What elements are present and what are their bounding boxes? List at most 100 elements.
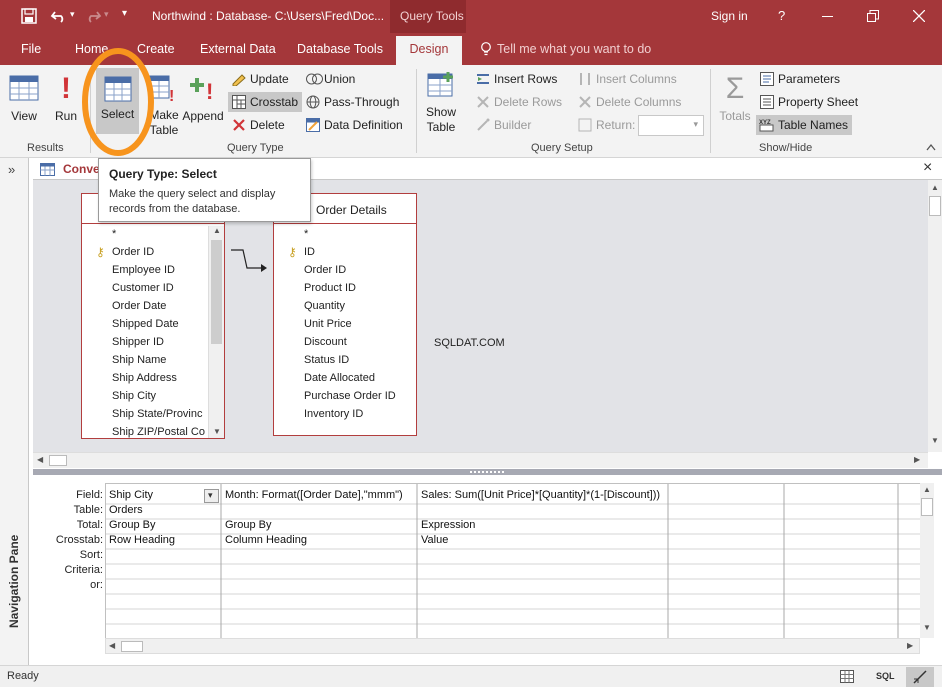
orders-scrollbar[interactable]: ▲ ▼	[208, 226, 224, 438]
scroll-down-icon[interactable]: ▼	[931, 436, 939, 445]
grid-cell-field[interactable]: Sales: Sum([Unit Price]*[Quantity]*(1-[D…	[421, 489, 667, 501]
design-view-status-button[interactable]	[906, 667, 934, 687]
update-button[interactable]: Update	[230, 69, 289, 89]
scroll-left-icon[interactable]: ◀	[109, 641, 115, 650]
grid-cell-crosstab[interactable]: Column Heading	[225, 534, 415, 546]
upper-horizontal-scrollbar[interactable]: ◀ ▶	[33, 452, 928, 468]
table-field[interactable]: ID	[304, 246, 315, 258]
show-table-label-2: Table	[426, 120, 456, 134]
crosstab-button[interactable]: Crosstab	[228, 92, 302, 112]
table-field[interactable]: Order ID	[304, 264, 346, 276]
view-button[interactable]: View	[4, 71, 44, 133]
scroll-down-icon[interactable]: ▼	[213, 427, 221, 436]
show-table-button[interactable]: Show Table	[421, 71, 461, 139]
orders-scroll-thumb[interactable]	[211, 240, 222, 344]
minimize-button[interactable]	[822, 16, 833, 17]
table-field[interactable]: Quantity	[304, 300, 345, 312]
scroll-up-icon[interactable]: ▲	[923, 485, 931, 494]
table-field[interactable]: Order Date	[112, 300, 166, 312]
grid-cell-crosstab[interactable]: Row Heading	[109, 534, 219, 546]
splitter-grip[interactable]	[470, 471, 504, 473]
table-field[interactable]: Ship ZIP/Postal Co	[112, 426, 205, 438]
close-document-button[interactable]: ×	[923, 159, 932, 177]
table-field[interactable]: Ship Address	[112, 372, 177, 384]
query-tools-context: Query Tools	[390, 0, 466, 33]
upper-vertical-scrollbar[interactable]: ▲ ▼	[928, 180, 942, 452]
table-field[interactable]: Shipped Date	[112, 318, 179, 330]
undo-dropdown-icon[interactable]: ▾	[70, 9, 75, 20]
grid-cell-total[interactable]: Expression	[421, 519, 667, 531]
grid-horizontal-scrollbar[interactable]: ◀ ▶	[105, 638, 920, 654]
parameters-button[interactable]: Parameters	[758, 69, 840, 89]
upper-scroll-thumb[interactable]	[929, 196, 941, 216]
scroll-left-icon[interactable]: ◀	[37, 455, 43, 464]
table-field[interactable]: *	[112, 228, 116, 240]
query-design-grid[interactable]: Ship City ▾ Orders Group By Row Heading …	[105, 483, 921, 639]
scroll-up-icon[interactable]: ▲	[213, 226, 221, 235]
scroll-down-icon[interactable]: ▼	[923, 623, 931, 632]
table-field[interactable]: Discount	[304, 336, 347, 348]
insert-rows-button[interactable]: Insert Rows	[474, 69, 557, 89]
pass-through-button[interactable]: Pass-Through	[304, 92, 399, 112]
tab-database-tools[interactable]: Database Tools	[297, 42, 383, 56]
navigation-pane[interactable]: » Navigation Pane	[0, 158, 29, 665]
collapse-ribbon-icon[interactable]	[926, 143, 936, 151]
row-label-total: Total:	[76, 519, 103, 531]
close-window-button[interactable]	[913, 10, 925, 22]
table-names-button[interactable]: XYZ Table Names	[756, 115, 852, 135]
grid-cell-total[interactable]: Group By	[109, 519, 219, 531]
scroll-right-icon[interactable]: ▶	[914, 455, 920, 464]
help-button[interactable]: ?	[778, 8, 785, 23]
table-field[interactable]: Ship Name	[112, 354, 166, 366]
union-button[interactable]: Union	[304, 69, 355, 89]
delete-query-button[interactable]: Delete	[230, 115, 285, 135]
order-details-table[interactable]: Order Details * ID ⚷ Order ID Product ID Quan…	[273, 193, 417, 436]
property-sheet-button[interactable]: Property Sheet	[758, 92, 858, 112]
grid-hscroll-thumb[interactable]	[121, 641, 143, 652]
upper-hscroll-thumb[interactable]	[49, 455, 67, 466]
table-field[interactable]: Order ID	[112, 246, 154, 258]
grid-cell-crosstab[interactable]: Value	[421, 534, 667, 546]
document-tab-label[interactable]: Conve	[63, 162, 100, 176]
undo-icon[interactable]	[50, 8, 68, 24]
grid-cell-field[interactable]: Month: Format([Order Date],"mmm")	[225, 489, 415, 501]
table-field[interactable]: Inventory ID	[304, 408, 363, 420]
tab-design[interactable]: Design	[396, 36, 462, 65]
sql-view-button[interactable]: SQL	[876, 671, 895, 681]
data-definition-button[interactable]: Data Definition	[304, 115, 403, 135]
table-field[interactable]: Purchase Order ID	[304, 390, 396, 402]
table-field[interactable]: Employee ID	[112, 264, 175, 276]
tell-me-search[interactable]: Tell me what you want to do	[497, 42, 651, 56]
restore-button[interactable]	[867, 10, 879, 22]
table-field[interactable]: Shipper ID	[112, 336, 164, 348]
grid-cell-total[interactable]: Group By	[225, 519, 415, 531]
field-dropdown-button[interactable]: ▾	[204, 489, 219, 503]
datasheet-view-status-icon[interactable]	[840, 670, 854, 683]
append-button[interactable]: ! Append	[181, 71, 225, 133]
table-field[interactable]: *	[304, 228, 308, 240]
join-line[interactable]	[229, 246, 273, 274]
table-field[interactable]: Ship City	[112, 390, 156, 402]
table-field[interactable]: Customer ID	[112, 282, 174, 294]
table-field[interactable]: Date Allocated	[304, 372, 375, 384]
run-button[interactable]: ! Run	[50, 71, 82, 133]
tab-file[interactable]: File	[21, 42, 41, 56]
customize-qat-icon[interactable]: ▾	[122, 8, 127, 19]
grid-cell-table[interactable]: Orders	[109, 504, 219, 516]
scroll-up-icon[interactable]: ▲	[931, 183, 939, 192]
navigation-pane-label: Navigation Pane	[7, 534, 21, 628]
table-field[interactable]: Ship State/Provinc	[112, 408, 203, 420]
grid-scroll-thumb[interactable]	[921, 498, 933, 516]
grid-cell-field[interactable]: Ship City	[109, 489, 204, 501]
totals-button[interactable]: Σ Totals	[715, 71, 755, 133]
grid-vertical-scrollbar[interactable]: ▲ ▼	[920, 483, 934, 638]
table-field[interactable]: Status ID	[304, 354, 349, 366]
table-field[interactable]: Product ID	[304, 282, 356, 294]
table-field[interactable]: Unit Price	[304, 318, 352, 330]
scroll-right-icon[interactable]: ▶	[907, 641, 913, 650]
orders-table[interactable]: * Order ID ⚷ Employee ID Customer ID Order Da…	[81, 193, 225, 439]
tab-external-data[interactable]: External Data	[200, 42, 276, 56]
save-icon[interactable]	[21, 8, 37, 24]
nav-pane-toggle[interactable]: »	[8, 162, 15, 177]
sign-in-link[interactable]: Sign in	[711, 9, 748, 23]
